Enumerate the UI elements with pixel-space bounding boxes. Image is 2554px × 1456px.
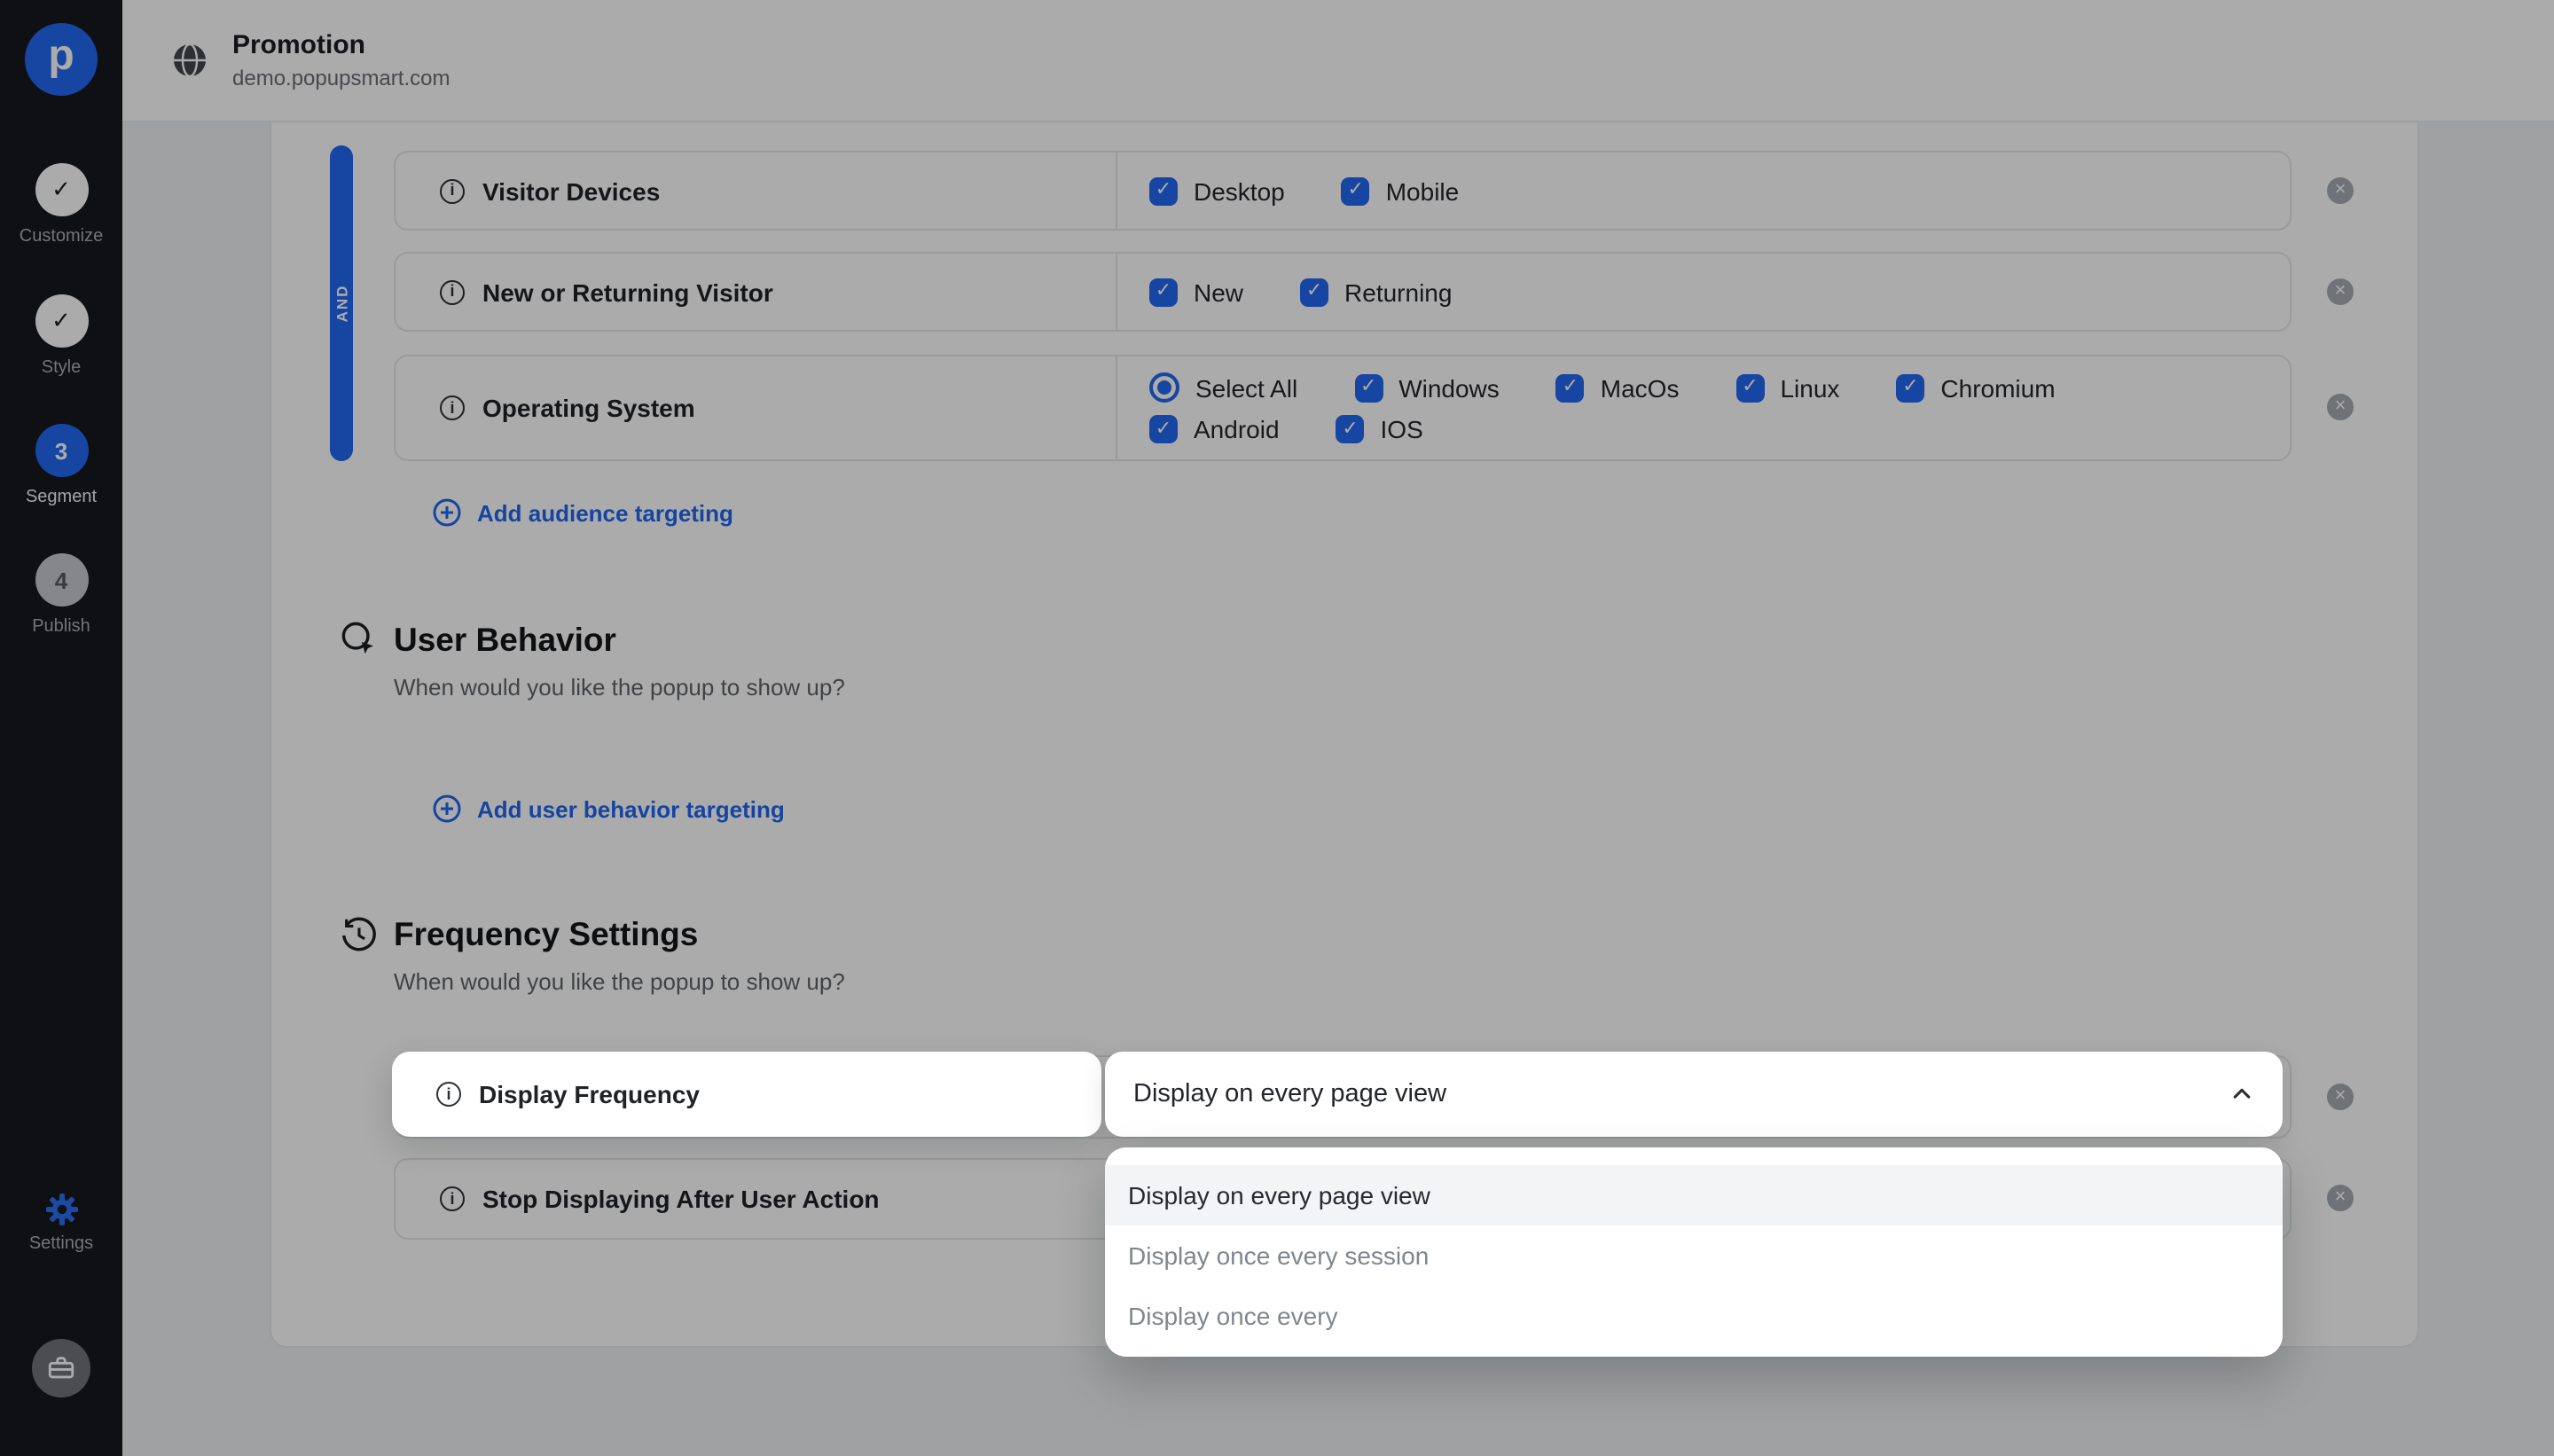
dropdown-selected-value: Display on every page view [1133,1080,2229,1108]
app-window: Customize Style 3 Segment 4 Publish [0,0,2554,1456]
dropdown-menu: Display on every page view Display once … [1105,1147,2283,1357]
dropdown-option-every-page-view[interactable]: Display on every page view [1105,1165,2283,1225]
chevron-up-icon [2229,1082,2254,1107]
display-frequency-label-card: Display Frequency [392,1052,1101,1137]
dropdown-option-once-every[interactable]: Display once every [1105,1286,2283,1346]
row-title: Display Frequency [479,1080,700,1108]
info-icon[interactable] [436,1082,461,1107]
display-frequency-dropdown[interactable]: Display on every page view [1105,1052,2283,1137]
dropdown-option-once-every-session[interactable]: Display once every session [1105,1225,2283,1286]
